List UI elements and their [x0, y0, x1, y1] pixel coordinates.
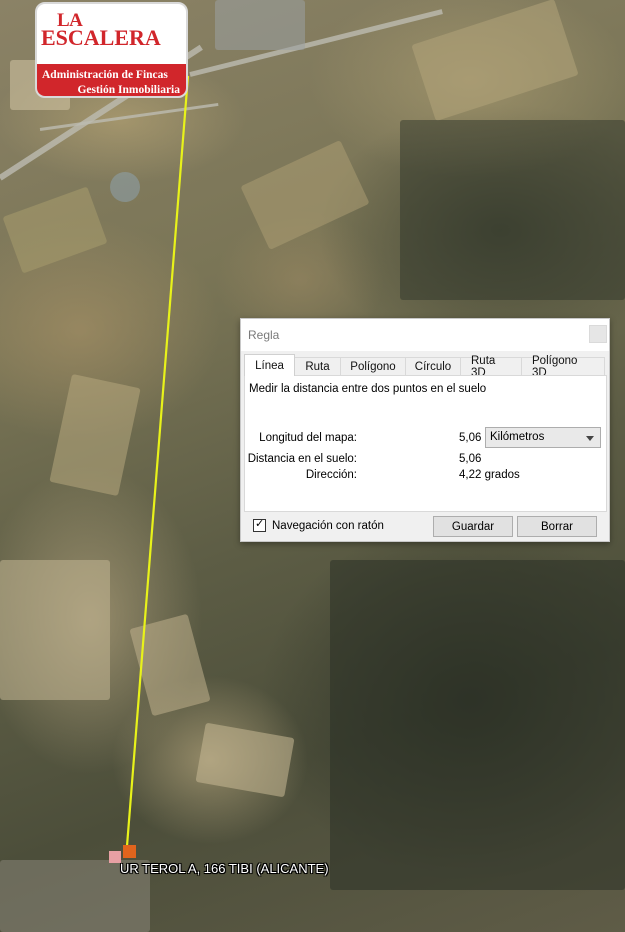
save-button[interactable]: Guardar [433, 516, 513, 537]
tab-ruta-3d[interactable]: Ruta 3D [460, 355, 522, 379]
tab-panel-linea: Medir la distancia entre dos puntos en e… [244, 375, 607, 512]
mouse-navigation-checkbox[interactable]: ✓ [253, 518, 266, 532]
chevron-down-icon [586, 436, 594, 441]
check-icon: ✓ [255, 518, 265, 530]
logo-tagline-1: Administración de Fincas [42, 69, 168, 81]
unit-select[interactable]: Kilómetros [485, 427, 601, 448]
ground-distance-label: Distancia en el suelo: [247, 453, 357, 465]
heading-value: 4,22 grados [459, 469, 520, 481]
close-button[interactable] [589, 325, 607, 343]
logo-band: Administración de Fincas Gestión Inmobil… [37, 64, 186, 96]
heading-label: Dirección: [305, 469, 357, 481]
tab-ruta[interactable]: Ruta [294, 357, 341, 376]
measure-description: Medir la distancia entre dos puntos en e… [249, 383, 487, 395]
tab-poligono[interactable]: Polígono [340, 357, 406, 376]
map-length-label: Longitud del mapa: [259, 432, 357, 444]
tab-circulo[interactable]: Círculo [405, 357, 461, 376]
dialog-titlebar[interactable]: Regla [241, 319, 609, 351]
mouse-navigation-label[interactable]: Navegación con ratón [272, 520, 384, 532]
dialog-title: Regla [248, 328, 280, 342]
ruler-tabs: Línea Ruta Polígono Círculo Ruta 3D Polí… [244, 354, 605, 379]
map-length-value: 5,06 [459, 432, 482, 444]
ruler-dialog: Regla Línea Ruta Polígono Círculo Ruta 3… [240, 318, 610, 542]
logo-tagline-2: Gestión Inmobiliaria [77, 84, 180, 96]
measure-line[interactable] [125, 75, 190, 847]
ground-distance-value: 5,06 [459, 453, 482, 465]
company-logo: LA ESCALERA Administración de Fincas Ges… [35, 2, 188, 98]
tab-poligono-3d[interactable]: Polígono 3D [521, 355, 605, 379]
placemark-marker-orange [123, 845, 136, 858]
placemark-label[interactable]: UR TEROL A, 166 TIBI (ALICANTE) [120, 861, 329, 876]
clear-button[interactable]: Borrar [517, 516, 597, 537]
tab-linea[interactable]: Línea [244, 354, 295, 376]
unit-select-value: Kilómetros [490, 431, 545, 443]
logo-text-escalera: ESCALERA [41, 25, 161, 50]
